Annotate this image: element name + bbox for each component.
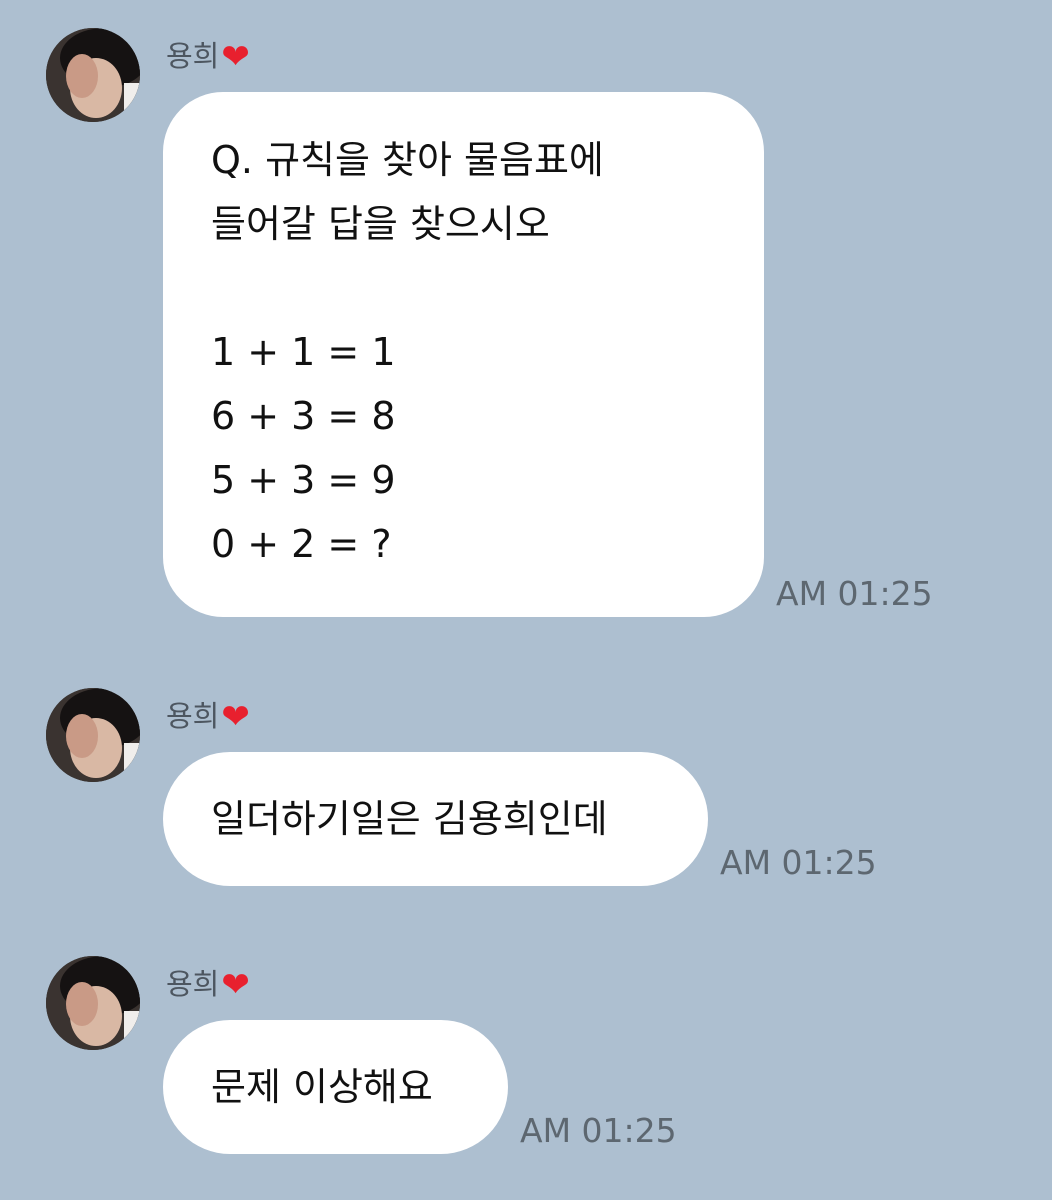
- sender-name: 용희❤: [166, 964, 250, 1005]
- message-bubble[interactable]: 일더하기일은 김용희인데: [163, 752, 708, 886]
- profile-photo-icon: [46, 956, 140, 1050]
- message-bubble[interactable]: 문제 이상해요: [163, 1020, 508, 1154]
- message-timestamp: AM 01:25: [720, 843, 877, 882]
- message-text-line: 5 + 3 = 9: [211, 458, 396, 502]
- sender-name: 용희❤: [166, 696, 250, 737]
- sender-name-text: 용희: [166, 967, 220, 1001]
- sender-avatar[interactable]: [46, 28, 140, 122]
- message-text-line: 들어갈 답을 찾으시오: [211, 202, 550, 246]
- message-text-line: [211, 256, 716, 320]
- sender-name-text: 용희: [166, 39, 220, 73]
- sender-avatar[interactable]: [46, 688, 140, 782]
- message-text-line: 문제 이상해요: [211, 1065, 433, 1109]
- heart-icon: ❤: [221, 697, 250, 737]
- message-text-line: 일더하기일은 김용희인데: [211, 797, 608, 841]
- message-timestamp: AM 01:25: [776, 574, 933, 613]
- heart-icon: ❤: [221, 965, 250, 1005]
- message-timestamp: AM 01:25: [520, 1111, 677, 1150]
- message-text-line: 0 + 2 = ?: [211, 522, 392, 566]
- message-text-line: 6 + 3 = 8: [211, 394, 396, 438]
- profile-photo-icon: [46, 28, 140, 122]
- sender-name: 용희❤: [166, 36, 250, 77]
- message-bubble[interactable]: Q. 규칙을 찾아 물음표에 들어갈 답을 찾으시오 1 + 1 = 1 6 +…: [163, 92, 764, 617]
- heart-icon: ❤: [221, 37, 250, 77]
- profile-photo-icon: [46, 688, 140, 782]
- message-text-line: Q. 규칙을 찾아 물음표에: [211, 138, 604, 182]
- sender-avatar[interactable]: [46, 956, 140, 1050]
- message-text-line: 1 + 1 = 1: [211, 330, 396, 374]
- sender-name-text: 용희: [166, 699, 220, 733]
